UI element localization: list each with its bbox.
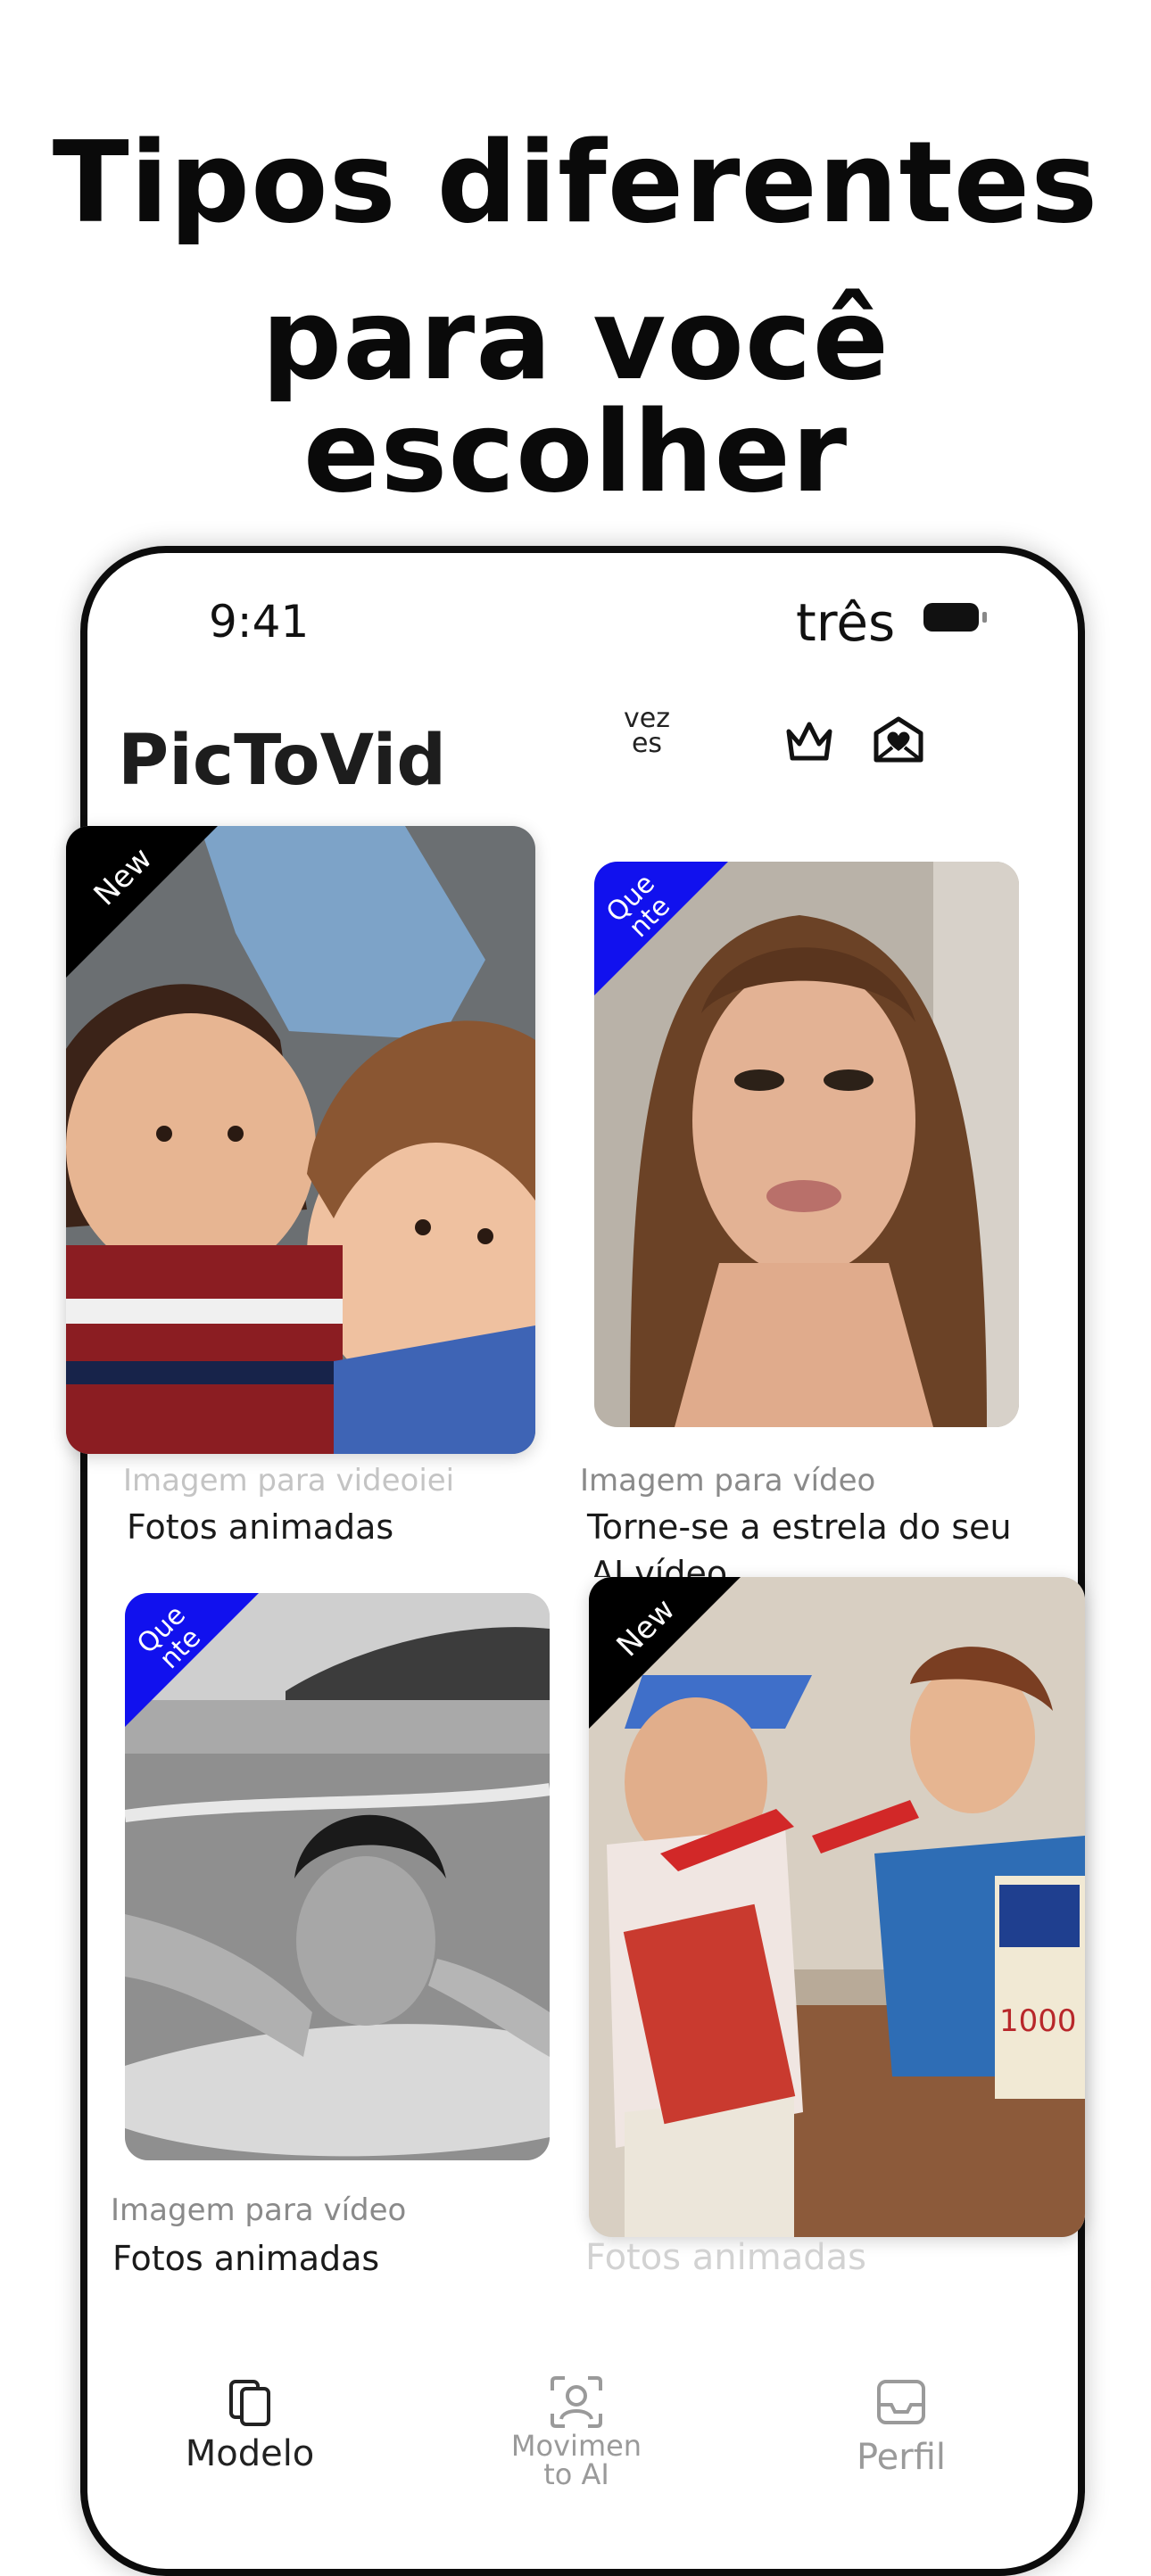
template-card-4[interactable]: New 1000 xyxy=(589,1577,1085,2237)
card-3-title: Fotos animadas xyxy=(112,2239,380,2278)
card-1-title: Fotos animadas xyxy=(127,1507,394,1547)
nav-label-movimento-ai: Movimen to AI xyxy=(510,2429,642,2491)
app-title: PicToVid xyxy=(118,721,447,801)
credits-label[interactable]: vez es xyxy=(616,706,678,757)
crown-icon[interactable] xyxy=(782,714,837,769)
nav-item-movimento-ai[interactable]: Movimen to AI xyxy=(496,2373,657,2489)
nav-label-perfil: Perfil xyxy=(856,2437,947,2478)
template-card-3[interactable]: Que nte xyxy=(125,1593,550,2160)
card-4-title: Fotos animadas xyxy=(585,2237,866,2278)
template-card-1[interactable]: New xyxy=(66,826,535,1454)
card-3-subtitle: Imagem para vídeo xyxy=(111,2192,407,2228)
card-4-overlay-number: 1000 xyxy=(999,2003,1077,2039)
status-carrier: três xyxy=(796,592,896,653)
heart-mail-icon[interactable] xyxy=(871,712,926,767)
battery-icon xyxy=(923,603,988,635)
nav-item-perfil[interactable]: Perfil xyxy=(821,2373,981,2478)
template-card-2[interactable]: Que nte xyxy=(594,862,1019,1427)
headline-line-2: para você escolher xyxy=(261,274,890,517)
nav-item-modelo[interactable]: Modelo xyxy=(170,2373,330,2474)
face-scan-icon xyxy=(551,2376,602,2428)
card-2-title: Torne-se a estrela do seu xyxy=(587,1507,1012,1547)
card-1-subtitle: Imagem para videoiei xyxy=(123,1463,455,1499)
headline-line-1: Tipos diferentes xyxy=(52,117,1099,248)
status-time: 9:41 xyxy=(209,596,310,648)
inbox-icon xyxy=(877,2380,925,2424)
nav-label-modelo: Modelo xyxy=(185,2433,315,2474)
template-stack-icon xyxy=(229,2380,270,2426)
card-2-subtitle: Imagem para vídeo xyxy=(580,1463,876,1499)
card-2-title-overflow: AI vídeo xyxy=(591,1554,728,1577)
